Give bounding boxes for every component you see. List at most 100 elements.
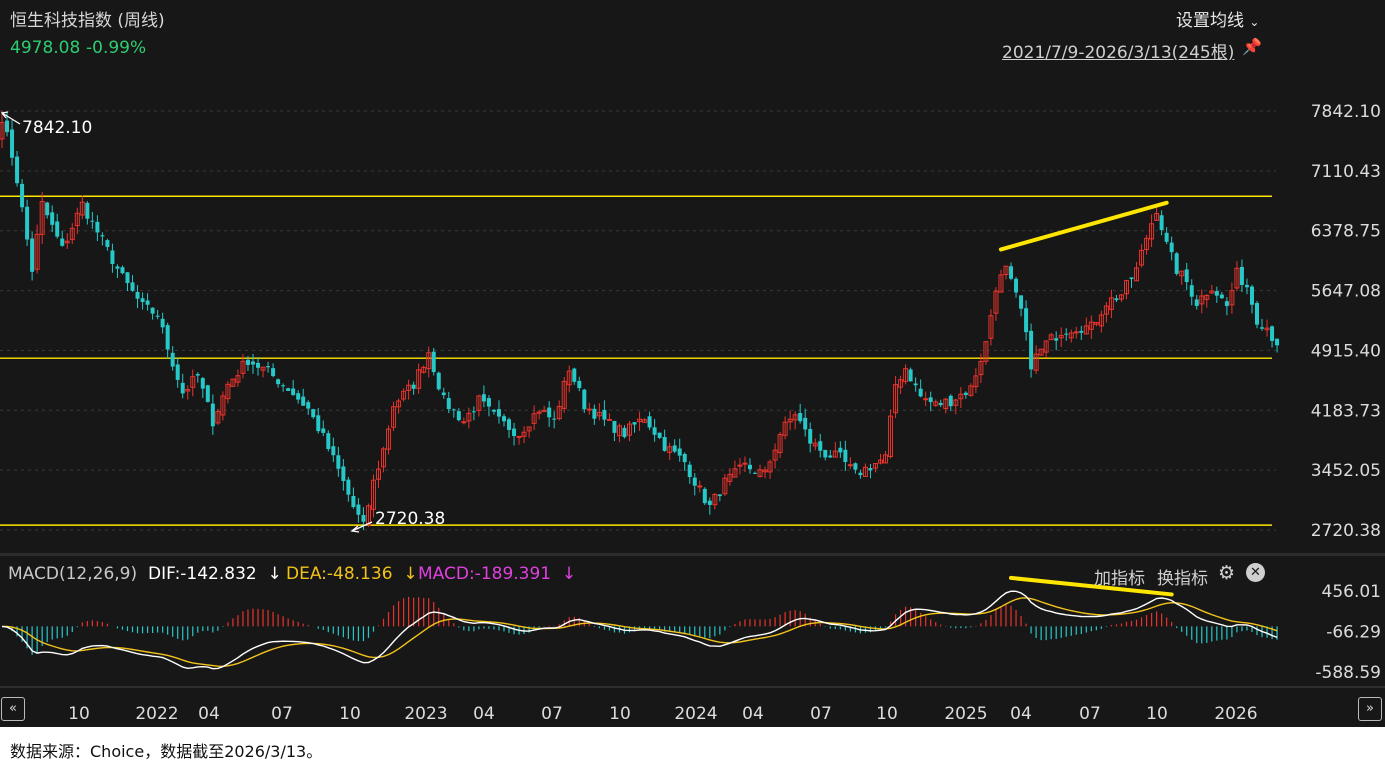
candle-body [798,412,803,422]
price-trendline [998,200,1169,252]
x-tick-label: 04 [473,704,495,724]
chart-panel: 7842.10 7110.43 6378.75 5647.08 4915.40 4183.… [0,0,1385,727]
axis-labels: 7842.10 7110.43 6378.75 5647.08 4915.40 4183.… [68,102,1381,724]
candle-body [1009,266,1014,279]
candle-body [697,485,703,488]
candle-body [85,202,90,219]
candle-body [361,515,366,522]
candle-body [276,379,281,385]
candle-body [818,441,823,451]
x-tick-label: 2026 [1214,704,1257,724]
scroll-right-button[interactable]: » [1358,697,1382,721]
candle-body [1214,291,1219,296]
candle-body [512,428,517,437]
candle-body [838,447,843,453]
x-tick-label: 10 [609,704,631,724]
candle-body [200,378,205,389]
candle-body [130,282,135,291]
high-label: 7842.10 [22,118,92,138]
candle-body [356,504,361,515]
candle-body [1219,294,1224,299]
candle-body [1079,330,1084,333]
candle-body [431,351,436,373]
candle-body [652,427,657,435]
candle-body [602,409,607,420]
candle-body [341,466,346,482]
candle-body [160,318,165,328]
candle-body [145,300,150,305]
candle-body [1164,232,1169,242]
set-ma-button[interactable]: 设置均线 ⌄ [1176,6,1259,31]
candle-body [251,361,255,365]
macd-tick-label: -588.59 [1315,663,1381,683]
candle-body [486,398,491,407]
candle-body [707,500,712,505]
candle-body [923,398,929,401]
switch-indicator-button[interactable]: 换指标 [1157,564,1208,589]
x-tick-label: 2023 [404,704,447,724]
candle-body [95,221,100,233]
candle-body [351,495,356,508]
dea-text: DEA:-48.136 [286,564,393,584]
candle-body [301,396,306,406]
candle-body [346,479,351,495]
add-indicator-button[interactable]: 加指标 [1094,564,1145,589]
date-range-link[interactable]: 2021/7/9-2026/3/13(245根) [1002,38,1234,63]
dif-value: DIF:-142.832 ↓ [148,564,282,584]
candle-body [552,418,557,420]
candle-body [411,384,416,389]
candles [0,111,1280,530]
candle-body [803,417,808,430]
change-pct: -0.99% [86,38,147,58]
main-chart: 7842.10 7110.43 6378.75 5647.08 4915.40 4183.… [0,102,1385,724]
candle-body [150,307,155,314]
price-tick-label: 4915.40 [1311,341,1381,361]
candle-body [120,267,125,274]
x-tick-label: 10 [1146,704,1168,724]
candle-body [747,464,752,470]
candle-body [913,383,918,386]
candle-body [808,428,813,444]
x-tick-label: 04 [198,704,220,724]
candle-body [1014,278,1019,293]
candle-body [296,393,301,400]
candle-body [286,388,291,391]
candle-body [737,464,743,467]
candle-body [592,408,597,419]
low-label: 2720.38 [375,509,445,529]
gear-icon[interactable]: ⚙ [1218,562,1235,584]
candle-body [948,395,953,407]
candle-body [20,183,25,208]
candle-body [938,402,943,406]
candle-body [717,494,722,497]
candle-body [25,206,30,240]
candle-body [1029,330,1034,370]
candle-body [928,397,933,403]
down-arrow-icon: ↓ [556,564,577,584]
candle-body [853,463,858,470]
panel-divider [0,553,1385,556]
candle-body [1194,299,1199,306]
candle-body [180,382,185,394]
candle-body [1270,326,1275,341]
x-tick-label: 2022 [135,704,178,724]
candle-body [321,428,326,433]
candle-body [10,129,15,158]
macd-tick-label: 456.01 [1322,582,1381,602]
candle-body [55,221,60,237]
scroll-left-button[interactable]: « [1,697,25,721]
candle-body [1184,269,1189,283]
candle-body [1024,308,1029,333]
candle-body [1260,327,1265,329]
candle-body [336,455,341,469]
pin-icon[interactable]: 📌 [1242,37,1262,56]
macd-tick-label: -66.29 [1326,623,1381,643]
candle-body [632,422,637,425]
close-icon[interactable]: ✕ [1246,563,1265,582]
candle-body [15,156,20,184]
candle-body [547,407,552,418]
candle-body [306,402,311,409]
candle-body [868,468,873,471]
candle-body [5,120,10,133]
trendlines [998,200,1174,597]
